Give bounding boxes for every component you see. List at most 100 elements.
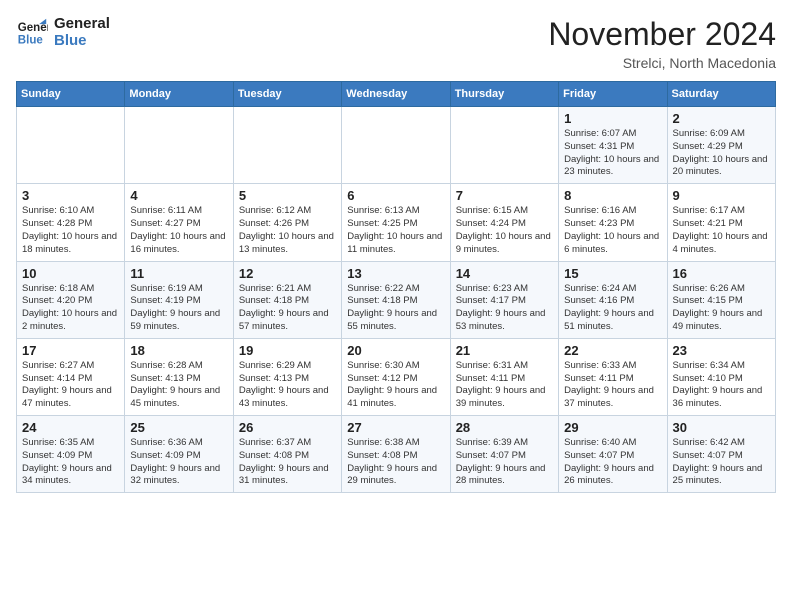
day-number: 19	[239, 343, 336, 358]
week-row-0: 1Sunrise: 6:07 AM Sunset: 4:31 PM Daylig…	[17, 107, 776, 184]
header-day-saturday: Saturday	[667, 82, 775, 107]
day-number: 6	[347, 188, 444, 203]
day-number: 23	[673, 343, 770, 358]
calendar-cell: 1Sunrise: 6:07 AM Sunset: 4:31 PM Daylig…	[559, 107, 667, 184]
day-number: 20	[347, 343, 444, 358]
day-number: 27	[347, 420, 444, 435]
day-number: 29	[564, 420, 661, 435]
calendar-cell: 3Sunrise: 6:10 AM Sunset: 4:28 PM Daylig…	[17, 184, 125, 261]
day-number: 12	[239, 266, 336, 281]
day-info: Sunrise: 6:35 AM Sunset: 4:09 PM Dayligh…	[22, 437, 119, 488]
day-info: Sunrise: 6:15 AM Sunset: 4:24 PM Dayligh…	[456, 205, 553, 256]
day-info: Sunrise: 6:09 AM Sunset: 4:29 PM Dayligh…	[673, 128, 770, 179]
week-row-4: 24 Sunrise: 6:35 AM Sunset: 4:09 PM Dayli…	[17, 416, 776, 493]
logo-text-line2: Blue	[54, 33, 110, 50]
day-info: Sunrise: 6:36 AM Sunset: 4:09 PM Dayligh…	[130, 437, 227, 488]
calendar-cell: 10Sunrise: 6:18 AM Sunset: 4:20 PM Dayli…	[17, 261, 125, 338]
day-info: Sunrise: 6:19 AM Sunset: 4:19 PM Dayligh…	[130, 283, 227, 334]
day-info: Sunrise: 6:21 AM Sunset: 4:18 PM Dayligh…	[239, 283, 336, 334]
day-info: Sunrise: 6:16 AM Sunset: 4:23 PM Dayligh…	[564, 205, 661, 256]
calendar-cell: 5 Sunrise: 6:12 AM Sunset: 4:26 PM Daylig…	[233, 184, 341, 261]
calendar-table: SundayMondayTuesdayWednesdayThursdayFrid…	[16, 81, 776, 493]
day-number: 25	[130, 420, 227, 435]
calendar-cell	[125, 107, 233, 184]
location: Strelci, North Macedonia	[548, 55, 776, 71]
day-number: 15	[564, 266, 661, 281]
day-info: Sunrise: 6:37 AM Sunset: 4:08 PM Dayligh…	[239, 437, 336, 488]
day-info: Sunrise: 6:26 AM Sunset: 4:15 PM Dayligh…	[673, 283, 770, 334]
day-number: 30	[673, 420, 770, 435]
calendar-cell: 12 Sunrise: 6:21 AM Sunset: 4:18 PM Dayli…	[233, 261, 341, 338]
day-info: Sunrise: 6:38 AM Sunset: 4:08 PM Dayligh…	[347, 437, 444, 488]
day-number: 17	[22, 343, 119, 358]
week-row-1: 3Sunrise: 6:10 AM Sunset: 4:28 PM Daylig…	[17, 184, 776, 261]
calendar-cell: 22Sunrise: 6:33 AM Sunset: 4:11 PM Dayli…	[559, 338, 667, 415]
day-info: Sunrise: 6:27 AM Sunset: 4:14 PM Dayligh…	[22, 360, 119, 411]
day-number: 21	[456, 343, 553, 358]
calendar-cell: 4 Sunrise: 6:11 AM Sunset: 4:27 PM Daylig…	[125, 184, 233, 261]
calendar-cell: 28 Sunrise: 6:39 AM Sunset: 4:07 PM Dayli…	[450, 416, 558, 493]
calendar-cell	[17, 107, 125, 184]
calendar-cell: 29 Sunrise: 6:40 AM Sunset: 4:07 PM Dayli…	[559, 416, 667, 493]
week-row-3: 17 Sunrise: 6:27 AM Sunset: 4:14 PM Dayli…	[17, 338, 776, 415]
day-number: 28	[456, 420, 553, 435]
day-info: Sunrise: 6:18 AM Sunset: 4:20 PM Dayligh…	[22, 283, 119, 334]
day-info: Sunrise: 6:13 AM Sunset: 4:25 PM Dayligh…	[347, 205, 444, 256]
calendar-cell: 15 Sunrise: 6:24 AM Sunset: 4:16 PM Dayli…	[559, 261, 667, 338]
day-info: Sunrise: 6:28 AM Sunset: 4:13 PM Dayligh…	[130, 360, 227, 411]
day-info: Sunrise: 6:12 AM Sunset: 4:26 PM Dayligh…	[239, 205, 336, 256]
day-info: Sunrise: 6:42 AM Sunset: 4:07 PM Dayligh…	[673, 437, 770, 488]
day-info: Sunrise: 6:34 AM Sunset: 4:10 PM Dayligh…	[673, 360, 770, 411]
calendar-cell: 21Sunrise: 6:31 AM Sunset: 4:11 PM Dayli…	[450, 338, 558, 415]
header-day-friday: Friday	[559, 82, 667, 107]
calendar-cell: 16 Sunrise: 6:26 AM Sunset: 4:15 PM Dayli…	[667, 261, 775, 338]
header-day-monday: Monday	[125, 82, 233, 107]
day-number: 16	[673, 266, 770, 281]
calendar-cell: 27 Sunrise: 6:38 AM Sunset: 4:08 PM Dayli…	[342, 416, 450, 493]
day-number: 13	[347, 266, 444, 281]
day-info: Sunrise: 6:39 AM Sunset: 4:07 PM Dayligh…	[456, 437, 553, 488]
calendar-cell: 7 Sunrise: 6:15 AM Sunset: 4:24 PM Daylig…	[450, 184, 558, 261]
day-info: Sunrise: 6:30 AM Sunset: 4:12 PM Dayligh…	[347, 360, 444, 411]
calendar-cell: 19 Sunrise: 6:29 AM Sunset: 4:13 PM Dayli…	[233, 338, 341, 415]
calendar-cell: 17 Sunrise: 6:27 AM Sunset: 4:14 PM Dayli…	[17, 338, 125, 415]
calendar-cell: 25 Sunrise: 6:36 AM Sunset: 4:09 PM Dayli…	[125, 416, 233, 493]
page-header: General Blue General Blue November 2024 …	[16, 16, 776, 71]
day-info: Sunrise: 6:24 AM Sunset: 4:16 PM Dayligh…	[564, 283, 661, 334]
calendar-cell: 30 Sunrise: 6:42 AM Sunset: 4:07 PM Dayli…	[667, 416, 775, 493]
svg-text:Blue: Blue	[18, 34, 44, 46]
calendar-cell: 9Sunrise: 6:17 AM Sunset: 4:21 PM Daylig…	[667, 184, 775, 261]
calendar-cell	[342, 107, 450, 184]
day-number: 8	[564, 188, 661, 203]
header-row: SundayMondayTuesdayWednesdayThursdayFrid…	[17, 82, 776, 107]
calendar-cell: 24 Sunrise: 6:35 AM Sunset: 4:09 PM Dayli…	[17, 416, 125, 493]
day-number: 4	[130, 188, 227, 203]
calendar-cell: 20 Sunrise: 6:30 AM Sunset: 4:12 PM Dayli…	[342, 338, 450, 415]
calendar-cell: 18Sunrise: 6:28 AM Sunset: 4:13 PM Dayli…	[125, 338, 233, 415]
calendar-cell: 26 Sunrise: 6:37 AM Sunset: 4:08 PM Dayli…	[233, 416, 341, 493]
calendar-cell: 13 Sunrise: 6:22 AM Sunset: 4:18 PM Dayli…	[342, 261, 450, 338]
day-number: 26	[239, 420, 336, 435]
calendar-cell: 14 Sunrise: 6:23 AM Sunset: 4:17 PM Dayli…	[450, 261, 558, 338]
day-info: Sunrise: 6:07 AM Sunset: 4:31 PM Dayligh…	[564, 128, 661, 179]
logo-text-line1: General	[54, 16, 110, 33]
day-number: 24	[22, 420, 119, 435]
day-number: 2	[673, 111, 770, 126]
header-day-wednesday: Wednesday	[342, 82, 450, 107]
title-block: November 2024 Strelci, North Macedonia	[548, 16, 776, 71]
calendar-cell	[233, 107, 341, 184]
day-info: Sunrise: 6:40 AM Sunset: 4:07 PM Dayligh…	[564, 437, 661, 488]
week-row-2: 10Sunrise: 6:18 AM Sunset: 4:20 PM Dayli…	[17, 261, 776, 338]
day-number: 9	[673, 188, 770, 203]
day-number: 7	[456, 188, 553, 203]
header-day-sunday: Sunday	[17, 82, 125, 107]
day-number: 5	[239, 188, 336, 203]
day-info: Sunrise: 6:11 AM Sunset: 4:27 PM Dayligh…	[130, 205, 227, 256]
day-info: Sunrise: 6:22 AM Sunset: 4:18 PM Dayligh…	[347, 283, 444, 334]
calendar-header: SundayMondayTuesdayWednesdayThursdayFrid…	[17, 82, 776, 107]
day-number: 14	[456, 266, 553, 281]
header-day-tuesday: Tuesday	[233, 82, 341, 107]
day-info: Sunrise: 6:23 AM Sunset: 4:17 PM Dayligh…	[456, 283, 553, 334]
day-info: Sunrise: 6:29 AM Sunset: 4:13 PM Dayligh…	[239, 360, 336, 411]
calendar-cell: 8 Sunrise: 6:16 AM Sunset: 4:23 PM Daylig…	[559, 184, 667, 261]
